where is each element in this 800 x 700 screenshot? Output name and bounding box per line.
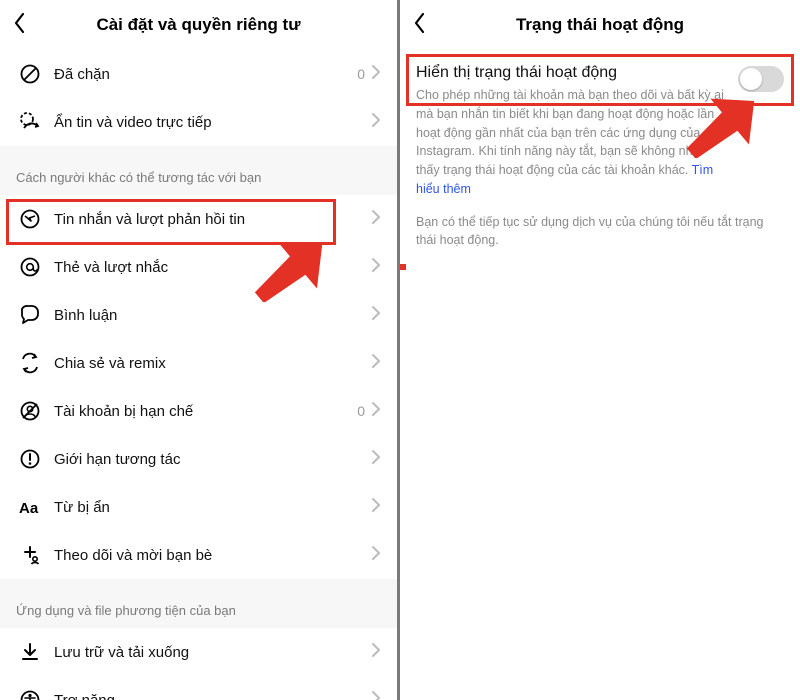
interact-row-message[interactable]: Tin nhắn và lượt phản hồi tin — [0, 195, 397, 243]
chevron-right-icon — [371, 112, 381, 133]
top-row-block[interactable]: Đã chặn0 — [0, 50, 397, 98]
hidden-icon — [16, 496, 44, 518]
right-header: Trạng thái hoạt động — [400, 0, 800, 50]
chevron-right-icon — [371, 305, 381, 326]
row-label: Ẩn tin và video trực tiếp — [54, 114, 371, 131]
access-icon — [16, 689, 44, 700]
row-meta: 0 — [357, 66, 365, 82]
mention-icon — [16, 256, 44, 278]
row-label: Theo dõi và mời bạn bè — [54, 547, 371, 564]
activity-status-pane: Trạng thái hoạt động Hiển thị trạng thái… — [400, 0, 800, 700]
interact-row-follow[interactable]: Theo dõi và mời bạn bè — [0, 531, 397, 579]
chevron-right-icon — [371, 449, 381, 470]
page-title: Trạng thái hoạt động — [426, 15, 774, 35]
activity-status-toggle[interactable] — [738, 66, 784, 92]
chevron-right-icon — [371, 353, 381, 374]
row-meta: 0 — [357, 403, 365, 419]
page-title: Cài đặt và quyền riêng tư — [26, 15, 371, 35]
toggle-knob-icon — [740, 68, 762, 90]
activity-status-toggle-row: Hiển thị trạng thái hoạt động Cho phép n… — [416, 64, 784, 199]
left-header: Cài đặt và quyền riêng tư — [0, 0, 397, 50]
interact-row-mention[interactable]: Thẻ và lượt nhắc — [0, 243, 397, 291]
app-frame: Cài đặt và quyền riêng tư Đã chặn0Ẩn tin… — [0, 0, 800, 700]
interact-row-restrict[interactable]: Tài khoản bị hạn chế0 — [0, 387, 397, 435]
row-label: Thẻ và lượt nhắc — [54, 259, 371, 276]
section-apps-header: Ứng dụng và file phương tiện của bạn — [0, 589, 397, 628]
chevron-right-icon — [371, 545, 381, 566]
chevron-right-icon — [371, 642, 381, 663]
section-divider — [0, 579, 397, 589]
hide-icon — [16, 111, 44, 133]
back-button[interactable] — [412, 12, 426, 39]
download-icon — [16, 641, 44, 663]
interact-row-limit[interactable]: Giới hạn tương tác — [0, 435, 397, 483]
block-icon — [16, 63, 44, 85]
interact-row-comment[interactable]: Bình luận — [0, 291, 397, 339]
row-label: Bình luận — [54, 307, 371, 324]
row-label: Giới hạn tương tác — [54, 451, 371, 468]
chevron-right-icon — [371, 64, 381, 85]
toggle-title: Hiển thị trạng thái hoạt động — [416, 64, 728, 82]
row-label: Lưu trữ và tải xuống — [54, 644, 371, 661]
row-label: Đã chặn — [54, 66, 357, 83]
back-button[interactable] — [12, 12, 26, 39]
row-label: Từ bị ẩn — [54, 499, 371, 516]
follow-icon — [16, 544, 44, 566]
 — [400, 264, 406, 270]
interact-row-hidden[interactable]: Từ bị ẩn — [0, 483, 397, 531]
apps-row-access[interactable]: Trợ năng — [0, 676, 397, 700]
activity-status-body: Hiển thị trạng thái hoạt động Cho phép n… — [400, 50, 800, 264]
comment-icon — [16, 304, 44, 326]
section-divider — [0, 146, 397, 156]
chevron-right-icon — [371, 209, 381, 230]
row-label: Tin nhắn và lượt phản hồi tin — [54, 211, 371, 228]
remix-icon — [16, 352, 44, 374]
interact-row-remix[interactable]: Chia sẻ và remix — [0, 339, 397, 387]
chevron-right-icon — [371, 497, 381, 518]
row-label: Trợ năng — [54, 692, 371, 700]
message-icon — [16, 208, 44, 230]
chevron-right-icon — [371, 401, 381, 422]
activity-status-note: Bạn có thể tiếp tục sử dụng dịch vụ của … — [416, 213, 784, 251]
top-row-hide[interactable]: Ẩn tin và video trực tiếp — [0, 98, 397, 146]
row-label: Tài khoản bị hạn chế — [54, 403, 357, 420]
row-label: Chia sẻ và remix — [54, 355, 371, 372]
settings-pane: Cài đặt và quyền riêng tư Đã chặn0Ẩn tin… — [0, 0, 400, 700]
chevron-right-icon — [371, 690, 381, 700]
limit-icon — [16, 448, 44, 470]
chevron-right-icon — [371, 257, 381, 278]
section-interactions-header: Cách người khác có thể tương tác với bạn — [0, 156, 397, 195]
apps-row-download[interactable]: Lưu trữ và tải xuống — [0, 628, 397, 676]
toggle-description: Cho phép những tài khoản mà bạn theo dõi… — [416, 86, 728, 199]
restrict-icon — [16, 400, 44, 422]
